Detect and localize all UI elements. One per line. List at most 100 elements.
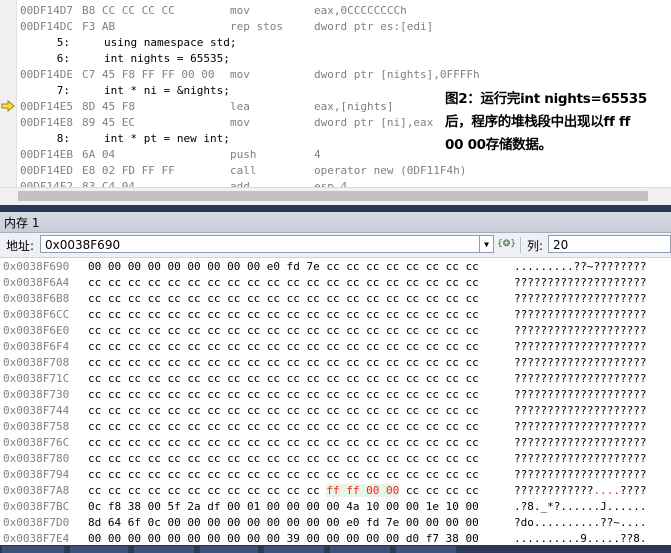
bottom-tab[interactable] xyxy=(264,546,324,553)
scrollbar-thumb[interactable] xyxy=(18,191,648,201)
memory-address: 0x0038F758 xyxy=(3,420,70,433)
memory-hex-bytes: 8d 64 6f 0c 00 00 00 00 00 00 00 00 00 e… xyxy=(88,516,479,529)
instruction-address: 00DF14F2 xyxy=(20,180,73,187)
memory-address: 0x0038F7BC xyxy=(3,500,70,513)
instruction-address: 00DF14DE xyxy=(20,68,73,81)
memory-ascii: ???????????????????? xyxy=(514,372,647,385)
source-code: int nights = 65535; xyxy=(104,52,230,65)
reevaluate-icon[interactable]: {❂} xyxy=(497,235,516,253)
memory-ascii: ???????????????????? xyxy=(514,340,647,353)
memory-ascii: ???????????????????? xyxy=(514,324,647,337)
memory-address: 0x0038F7A8 xyxy=(3,484,70,497)
pane-splitter[interactable] xyxy=(0,205,671,212)
memory-address: 0x0038F71C xyxy=(3,372,70,385)
memory-ascii: ???????????????????? xyxy=(514,404,647,417)
instruction-bytes: 83 C4 04 xyxy=(82,180,135,187)
columns-label: 列: xyxy=(527,239,544,253)
toolbar-separator xyxy=(520,237,521,253)
memory-hex-bytes: 00 00 00 00 00 00 00 00 00 e0 fd 7e cc c… xyxy=(88,260,479,273)
instruction-address: 00DF14DC xyxy=(20,20,73,33)
memory-address: 0x0038F708 xyxy=(3,356,70,369)
address-input[interactable]: 0x0038F690 xyxy=(40,235,480,253)
instruction-address: 00DF14E8 xyxy=(20,116,73,129)
chevron-down-icon[interactable]: ▼ xyxy=(480,235,494,253)
memory-hex-segment: cc cc cc cc cc cc cc cc cc cc cc cc xyxy=(88,484,327,497)
memory-address: 0x0038F6B8 xyxy=(3,292,70,305)
instruction-bytes: C7 45 F8 FF FF 00 00 xyxy=(82,68,215,81)
instruction-operands: 4 xyxy=(314,148,321,161)
source-line-number: 7: xyxy=(56,84,70,97)
memory-ascii: ???????????????????? xyxy=(514,420,647,433)
highlighted-ascii: .... xyxy=(593,484,620,497)
horizontal-scrollbar[interactable] xyxy=(0,187,671,205)
memory-ascii: ???????????????????? xyxy=(514,452,647,465)
memory-address: 0x0038F6CC xyxy=(3,308,70,321)
highlighted-hex-bytes: ff ff 00 00 xyxy=(326,484,400,497)
memory-ascii: ???????????????????? xyxy=(514,292,647,305)
memory-ascii: ???????????????????? xyxy=(514,276,647,289)
instruction-operands: eax,0CCCCCCCCh xyxy=(314,4,407,17)
memory-ascii-segment: ???????????? xyxy=(514,484,594,497)
memory-ascii: .........??~???????? xyxy=(514,260,647,273)
bottom-tab[interactable] xyxy=(2,546,64,553)
memory-window-title: 内存 1 xyxy=(4,216,40,230)
memory-hex-bytes: 00 00 00 00 00 00 00 00 00 00 39 00 00 0… xyxy=(88,532,479,545)
memory-ascii: ???????????????????? xyxy=(514,356,647,369)
instruction-bytes: B8 CC CC CC CC xyxy=(82,4,175,17)
memory-hex-bytes: 0c f8 38 00 5f 2a df 00 01 00 00 00 00 4… xyxy=(88,500,479,513)
memory-ascii: ???????????????????? xyxy=(514,468,647,481)
source-line-number: 5: xyxy=(56,36,70,49)
memory-ascii: ???????????????????? xyxy=(514,388,647,401)
memory-ascii: ????????????....???? xyxy=(514,483,646,499)
breakpoint-gutter[interactable] xyxy=(0,0,17,187)
memory-hex-bytes: cc cc cc cc cc cc cc cc cc cc cc cc cc c… xyxy=(88,292,479,305)
source-code: int * pt = new int; xyxy=(104,132,230,145)
memory-hex-bytes: cc cc cc cc cc cc cc cc cc cc cc cc ff f… xyxy=(88,483,479,499)
bottom-tab[interactable] xyxy=(330,546,390,553)
memory-hex-bytes: cc cc cc cc cc cc cc cc cc cc cc cc cc c… xyxy=(88,452,479,465)
instruction-mnemonic: call xyxy=(230,164,257,177)
instruction-address: 00DF14D7 xyxy=(20,4,73,17)
memory-address: 0x0038F6F4 xyxy=(3,340,70,353)
memory-grid[interactable]: 0x0038F690 00 00 00 00 00 00 00 00 00 e0 … xyxy=(0,259,671,545)
instruction-bytes: 89 45 EC xyxy=(82,116,135,129)
instruction-bytes: 6A 04 xyxy=(82,148,116,161)
memory-hex-bytes: cc cc cc cc cc cc cc cc cc cc cc cc cc c… xyxy=(88,388,479,401)
memory-ascii: ???????????????????? xyxy=(514,308,647,321)
instruction-mnemonic: add xyxy=(230,180,250,187)
memory-hex-bytes: cc cc cc cc cc cc cc cc cc cc cc cc cc c… xyxy=(88,372,479,385)
bottom-tab-strip xyxy=(0,545,671,553)
disassembly-pane[interactable]: 00DF14D7 B8 CC CC CC CC mov eax,0CCCCCCCCh 0… xyxy=(0,0,671,187)
instruction-mnemonic: rep stos xyxy=(230,20,283,33)
memory-hex-bytes: cc cc cc cc cc cc cc cc cc cc cc cc cc c… xyxy=(88,356,479,369)
instruction-bytes: 8D 45 F8 xyxy=(82,100,135,113)
memory-address: 0x0038F6A4 xyxy=(3,276,70,289)
bottom-tab[interactable] xyxy=(70,546,128,553)
memory-hex-bytes: cc cc cc cc cc cc cc cc cc cc cc cc cc c… xyxy=(88,436,479,449)
memory-ascii-segment: ???? xyxy=(619,484,647,497)
memory-address: 0x0038F744 xyxy=(3,404,70,417)
bottom-tab[interactable] xyxy=(134,546,194,553)
instruction-mnemonic: mov xyxy=(230,4,250,17)
memory-hex-segment: cc cc cc cc xyxy=(399,484,479,497)
instruction-operands: dword ptr es:[edi] xyxy=(314,20,434,33)
instruction-address: 00DF14E5 xyxy=(20,100,73,113)
memory-hex-bytes: cc cc cc cc cc cc cc cc cc cc cc cc cc c… xyxy=(88,276,479,289)
bottom-tab[interactable] xyxy=(200,546,258,553)
memory-hex-bytes: cc cc cc cc cc cc cc cc cc cc cc cc cc c… xyxy=(88,468,479,481)
bottom-tab[interactable] xyxy=(396,546,456,553)
instruction-operands: dword ptr [nights],0FFFFh xyxy=(314,68,480,81)
instruction-address: 00DF14EB xyxy=(20,148,73,161)
memory-address: 0x0038F6E0 xyxy=(3,324,70,337)
instruction-bytes: E8 02 FD FF FF xyxy=(82,164,175,177)
instruction-mnemonic: mov xyxy=(230,68,250,81)
source-line-number: 6: xyxy=(56,52,70,65)
memory-address: 0x0038F76C xyxy=(3,436,70,449)
source-code: int * ni = &nights; xyxy=(104,84,230,97)
memory-hex-bytes: cc cc cc cc cc cc cc cc cc cc cc cc cc c… xyxy=(88,308,479,321)
memory-address: 0x0038F7E4 xyxy=(3,532,70,545)
columns-input[interactable]: 20 xyxy=(548,235,671,253)
instruction-operands: dword ptr [ni],eax xyxy=(314,116,434,129)
memory-window-title-bar[interactable]: 内存 1 xyxy=(0,212,671,233)
memory-hex-bytes: cc cc cc cc cc cc cc cc cc cc cc cc cc c… xyxy=(88,324,479,337)
